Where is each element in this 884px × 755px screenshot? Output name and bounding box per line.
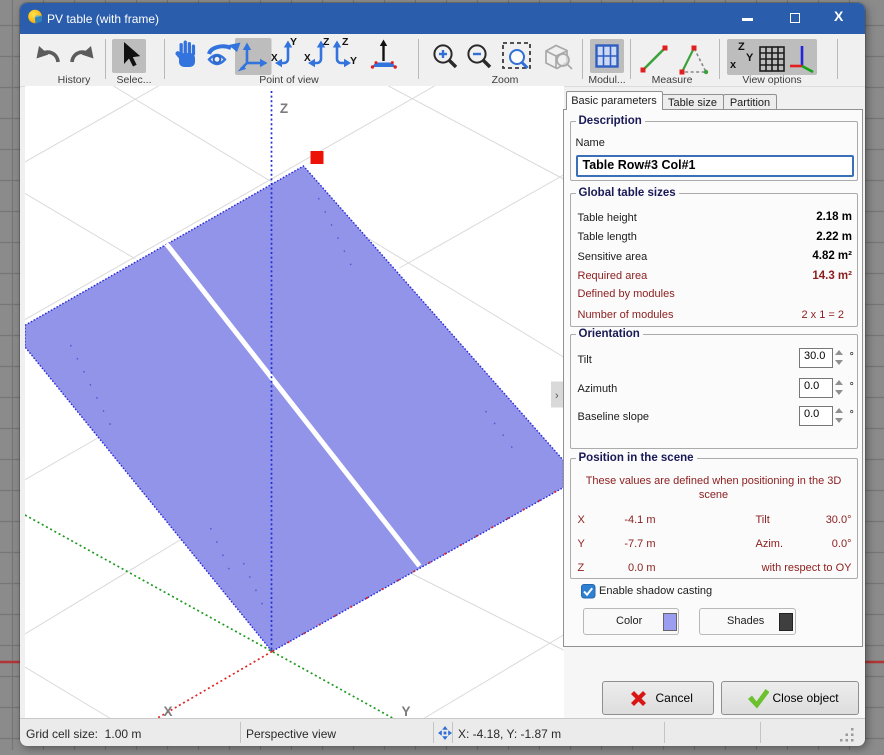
svg-text:Y: Y bbox=[746, 52, 754, 64]
svg-text:›: › bbox=[555, 390, 559, 402]
svg-text:Y: Y bbox=[290, 36, 297, 48]
svg-text:X: X bbox=[304, 53, 311, 64]
svg-text:Y: Y bbox=[350, 55, 357, 67]
svg-text:Y: Y bbox=[401, 704, 410, 718]
svg-text:Z: Z bbox=[738, 41, 745, 53]
svg-text:X: X bbox=[163, 704, 172, 718]
svg-text:x: x bbox=[730, 59, 737, 71]
svg-text:Z: Z bbox=[342, 36, 349, 48]
svg-text:Z: Z bbox=[279, 101, 287, 116]
svg-text:X: X bbox=[271, 53, 278, 64]
svg-text:Z: Z bbox=[323, 36, 330, 48]
